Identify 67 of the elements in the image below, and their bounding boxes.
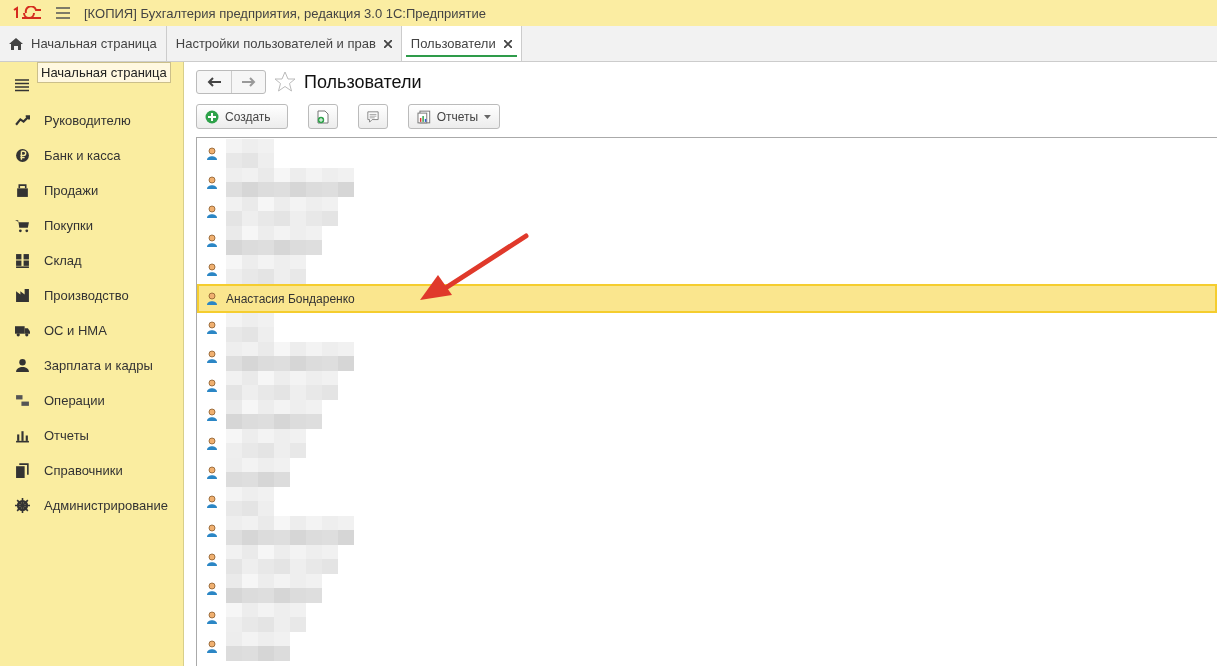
ruble-icon bbox=[15, 148, 30, 163]
pixelated-name-drawing bbox=[226, 632, 290, 661]
speech-bubble-icon bbox=[367, 109, 379, 124]
left-arrow-icon bbox=[207, 77, 221, 87]
factory-icon bbox=[15, 288, 30, 303]
user-icon bbox=[206, 263, 218, 276]
chart-up-icon bbox=[15, 113, 30, 128]
bar-chart-icon bbox=[15, 428, 30, 443]
star-icon[interactable] bbox=[274, 71, 296, 93]
create-button[interactable]: Создать bbox=[196, 104, 288, 129]
user-icon bbox=[206, 582, 218, 595]
home-icon bbox=[9, 37, 23, 50]
user-icon bbox=[206, 379, 218, 392]
logo-icon bbox=[12, 6, 42, 20]
tooltip: Начальная страница bbox=[37, 62, 171, 83]
sidebar-item[interactable]: Зарплата и кадры bbox=[0, 348, 183, 383]
sidebar-item[interactable]: Продажи bbox=[0, 173, 183, 208]
user-icon bbox=[206, 553, 218, 566]
menu-icon[interactable] bbox=[15, 79, 29, 92]
right-arrow-icon bbox=[241, 77, 256, 87]
cart-icon bbox=[15, 218, 30, 233]
form-title: Пользователи bbox=[304, 71, 422, 93]
window-title: [КОПИЯ] Бухгалтерия предприятия, редакция 3.0 1С:Предприятие bbox=[84, 5, 487, 21]
sidebar-item[interactable]: Операции bbox=[0, 383, 183, 418]
list-row[interactable]: Анастасия Бондаренко bbox=[197, 284, 1217, 313]
user-icon bbox=[206, 640, 218, 653]
user-icon bbox=[206, 147, 218, 160]
report-icon bbox=[417, 109, 431, 124]
plus-icon bbox=[205, 109, 219, 124]
sidebar-item[interactable]: Склад bbox=[0, 243, 183, 278]
sidebar-item[interactable]: Отчеты bbox=[0, 418, 183, 453]
sidebar-item[interactable]: Руководителю bbox=[0, 103, 183, 138]
user-icon bbox=[206, 292, 218, 305]
sidebar-item[interactable]: Покупки bbox=[0, 208, 183, 243]
user-icon bbox=[206, 234, 218, 247]
comment-button[interactable] bbox=[358, 104, 388, 129]
gear-icon bbox=[15, 498, 30, 513]
books-icon bbox=[15, 463, 30, 478]
user-icon bbox=[206, 350, 218, 363]
user-icon bbox=[206, 176, 218, 189]
truck-icon bbox=[15, 323, 30, 338]
grid-icon bbox=[15, 253, 30, 268]
person-icon bbox=[15, 358, 30, 373]
tab[interactable]: Настройки пользователей и прав bbox=[166, 26, 402, 61]
add-document-icon bbox=[317, 109, 329, 124]
user-icon bbox=[206, 524, 218, 537]
user-icon bbox=[206, 466, 218, 479]
user-icon bbox=[206, 205, 218, 218]
tab[interactable]: Начальная страница bbox=[0, 26, 167, 61]
caret-icon bbox=[484, 114, 491, 119]
user-icon bbox=[206, 437, 218, 450]
sidebar-item[interactable]: Производство bbox=[0, 278, 183, 313]
sidebar-item[interactable]: ОС и НМА bbox=[0, 313, 183, 348]
user-icon bbox=[206, 495, 218, 508]
user-icon bbox=[206, 611, 218, 624]
close-icon[interactable] bbox=[383, 39, 392, 48]
sidebar-item[interactable]: Администрирование bbox=[0, 488, 183, 523]
sidebar-item[interactable]: Справочники bbox=[0, 453, 183, 488]
user-icon bbox=[206, 321, 218, 334]
reports-button[interactable]: Отчеты bbox=[408, 104, 500, 129]
close-icon[interactable] bbox=[503, 39, 512, 48]
copy-document-button[interactable] bbox=[308, 104, 338, 129]
tab[interactable]: Пользователи bbox=[401, 26, 522, 61]
pixelated-name-drawing bbox=[226, 458, 290, 487]
bag-icon bbox=[15, 183, 30, 198]
sidebar-item[interactable]: Банк и касса bbox=[0, 138, 183, 173]
user-icon bbox=[206, 408, 218, 421]
